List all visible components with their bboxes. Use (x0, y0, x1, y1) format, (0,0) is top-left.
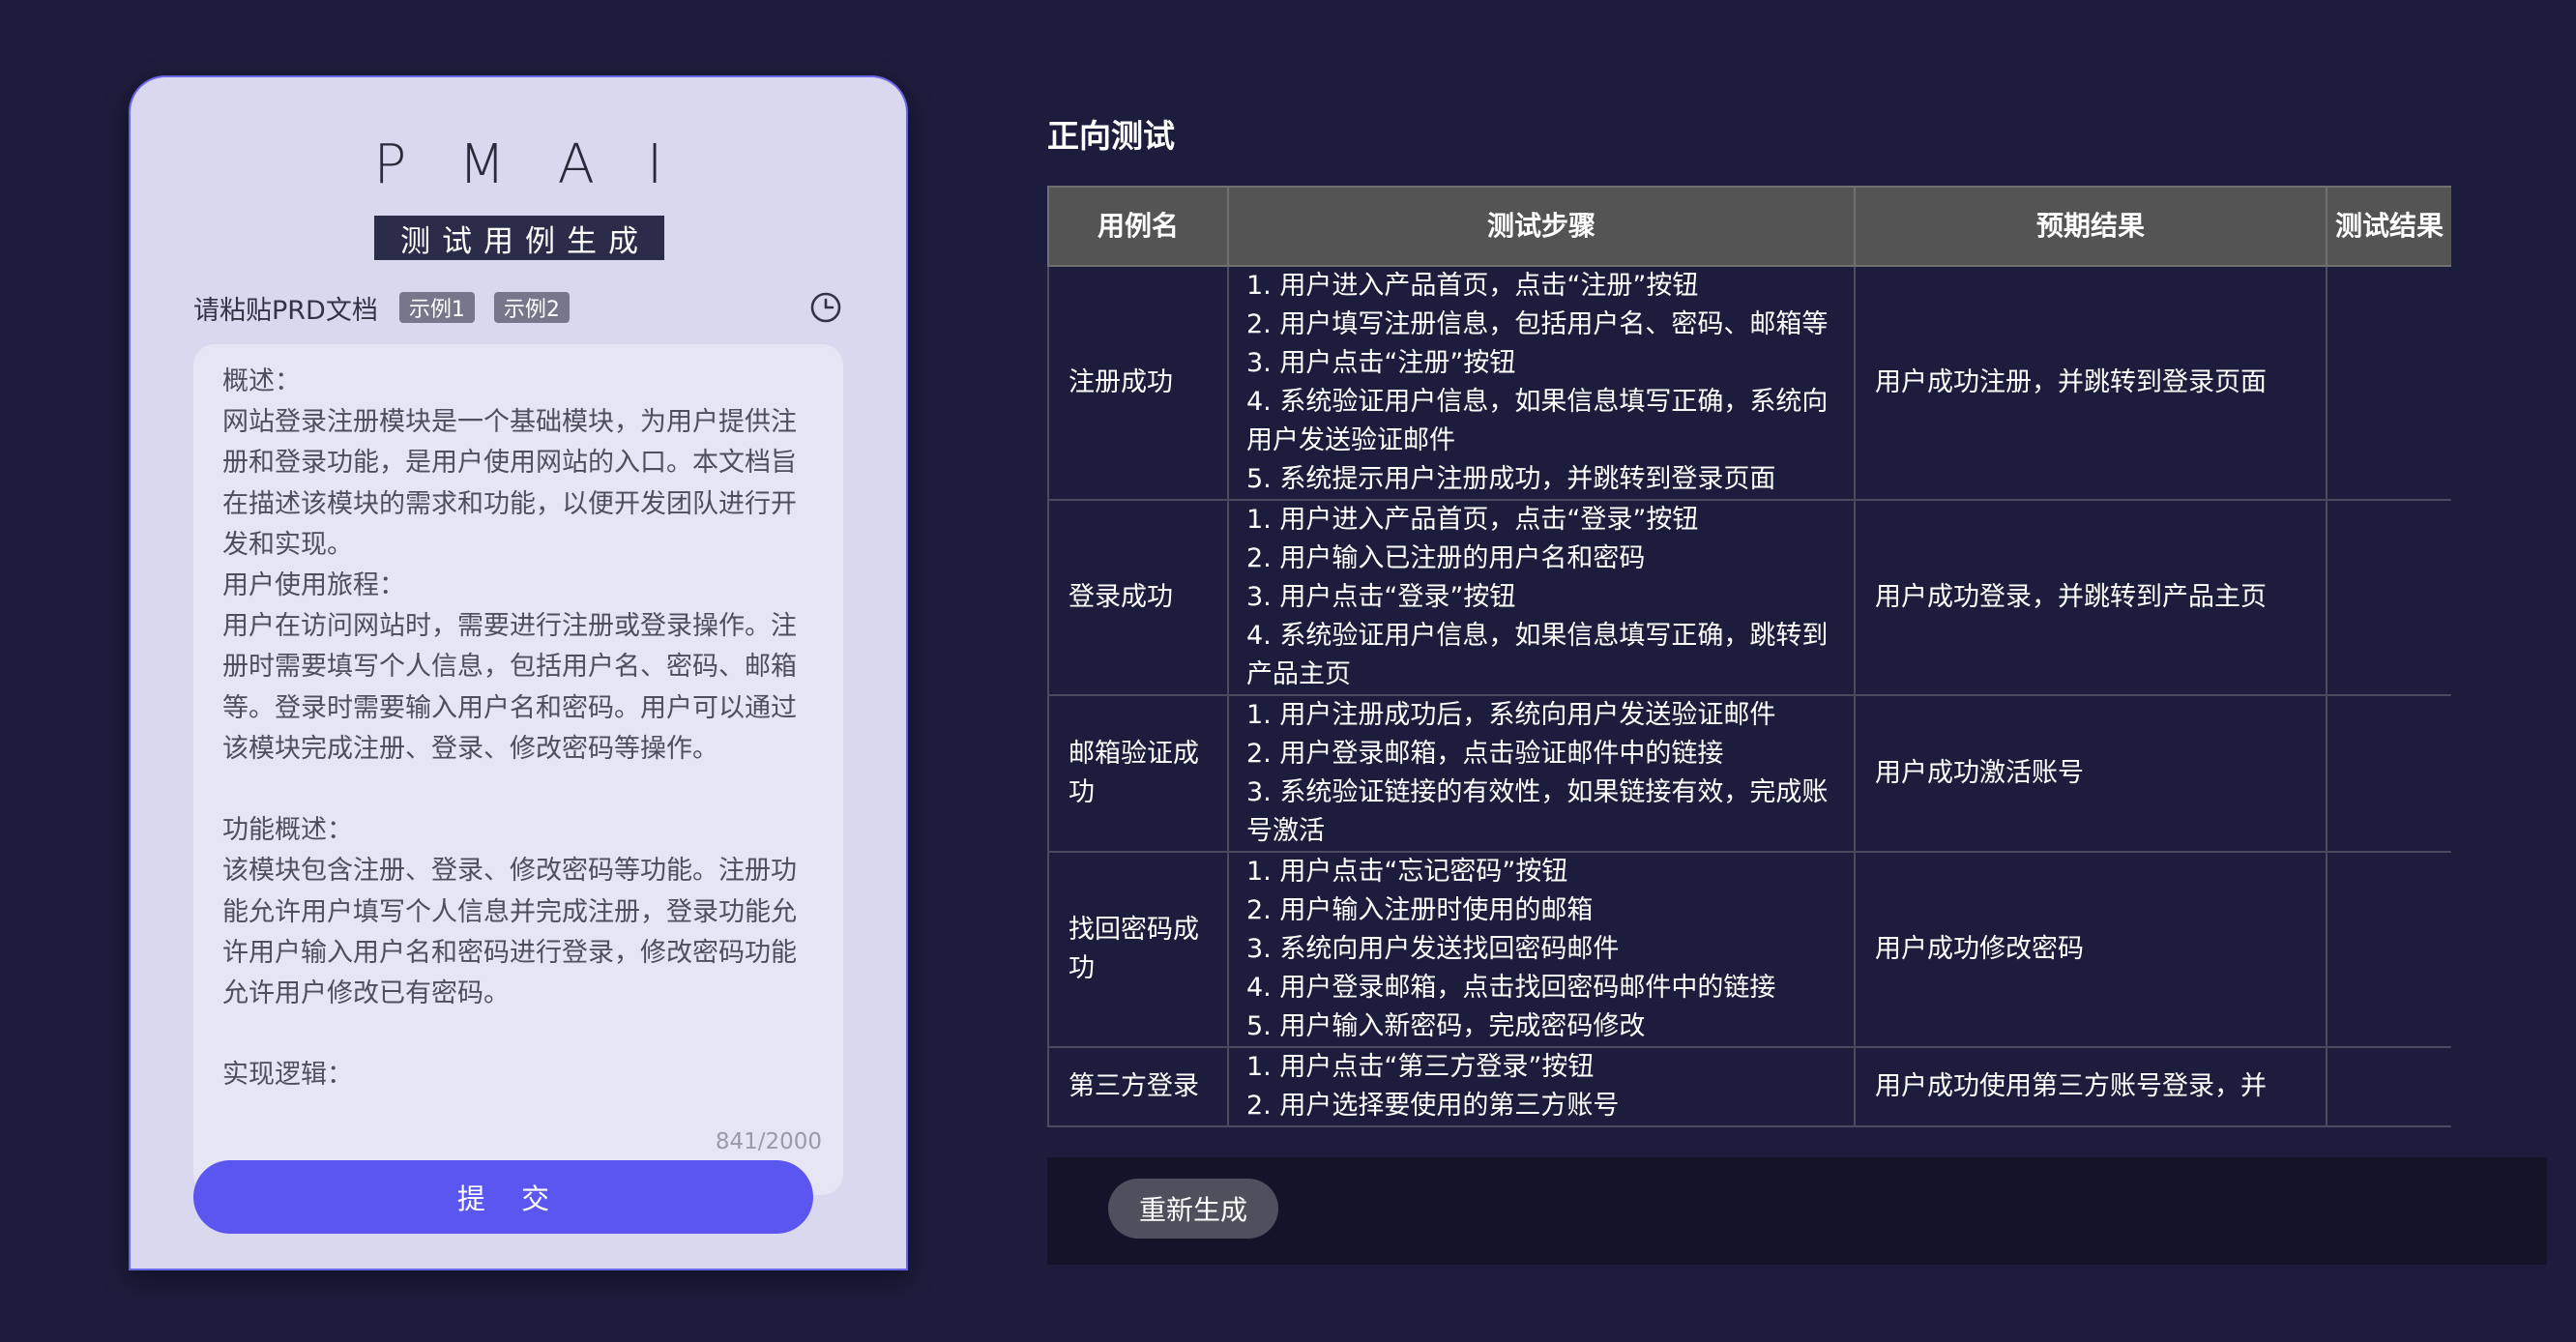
case-name-cell: 找回密码成功 (1047, 851, 1229, 1048)
step-line: 3. 系统验证链接的有效性，如果链接有效，完成账号激活 (1246, 777, 1829, 846)
prompt-label: 请粘贴PRD文档 (193, 295, 378, 326)
expected-result-cell: 用户成功激活账号 (1854, 694, 2327, 853)
steps-cell: 1. 用户进入产品首页，点击“登录”按钮 2. 用户输入已注册的用户名和密码 3. … (1227, 499, 1856, 696)
expected-result-cell: 用户成功修改密码 (1854, 851, 2327, 1048)
prd-text: 概述： 网站登录注册模块是一个基础模块，为用户提供注册和登录功能，是用户使用网站… (222, 366, 797, 1091)
step-line: 3. 用户点击“登录”按钮 (1246, 582, 1516, 612)
steps-cell: 1. 用户进入产品首页，点击“注册”按钮 2. 用户填写注册信息，包括用户名、密码… (1227, 265, 1856, 501)
steps-cell: 1. 用户点击“忘记密码”按钮 2. 用户输入注册时使用的邮箱 3. 系统向用户发送… (1227, 851, 1856, 1048)
step-line: 2. 用户登录邮箱，点击验证邮件中的链接 (1246, 739, 1724, 769)
step-line: 5. 用户输入新密码，完成密码修改 (1246, 1011, 1646, 1041)
expected-result-cell: 用户成功注册，并跳转到登录页面 (1854, 265, 2327, 501)
column-header-name: 用例名 (1047, 186, 1229, 267)
submit-button[interactable]: 提 交 (193, 1160, 813, 1234)
step-line: 1. 用户进入产品首页，点击“注册”按钮 (1246, 271, 1699, 301)
app-subtitle: 测试用例生成 (374, 216, 664, 260)
test-result-cell[interactable] (2326, 1046, 2451, 1127)
case-name-cell: 注册成功 (1047, 265, 1229, 501)
test-result-cell[interactable] (2326, 694, 2451, 853)
table-row: 第三方登录 1. 用户点击“第三方登录”按钮 2. 用户选择要使用的第三方账号 用户成… (1047, 1046, 2451, 1127)
step-line: 4. 用户登录邮箱，点击找回密码邮件中的链接 (1246, 973, 1776, 1003)
char-counter: 841/2000 (715, 1129, 822, 1154)
prd-textarea[interactable]: 概述： 网站登录注册模块是一个基础模块，为用户提供注册和登录功能，是用户使用网站… (193, 344, 843, 1195)
case-name-cell: 登录成功 (1047, 499, 1229, 696)
test-case-table-viewport[interactable]: 用例名 测试步骤 预期结果 测试结果 注册成功 1. 用户进入产品首页，点击“注册… (1047, 186, 2451, 1157)
example-1-button[interactable]: 示例1 (398, 292, 475, 323)
case-name-cell: 第三方登录 (1047, 1046, 1229, 1127)
case-name-cell: 邮箱验证成功 (1047, 694, 1229, 853)
prompt-row: 请粘贴PRD文档 示例1 示例2 (193, 286, 843, 329)
regenerate-button[interactable]: 重新生成 (1108, 1179, 1278, 1239)
step-line: 1. 用户进入产品首页，点击“登录”按钮 (1246, 505, 1699, 535)
step-line: 3. 系统向用户发送找回密码邮件 (1246, 934, 1620, 964)
column-header-steps: 测试步骤 (1227, 186, 1856, 267)
table-row: 邮箱验证成功 1. 用户注册成功后，系统向用户发送验证邮件 2. 用户登录邮箱，点击… (1047, 694, 2451, 853)
table-row: 注册成功 1. 用户进入产品首页，点击“注册”按钮 2. 用户填写注册信息，包括用户… (1047, 265, 2451, 501)
clock-icon[interactable] (808, 290, 843, 325)
step-line: 2. 用户选择要使用的第三方账号 (1246, 1091, 1620, 1121)
step-line: 1. 用户点击“第三方登录”按钮 (1246, 1052, 1595, 1082)
expected-result-cell: 用户成功使用第三方账号登录，并 (1854, 1046, 2327, 1127)
column-header-result: 测试结果 (2326, 186, 2451, 267)
step-line: 5. 系统提示用户注册成功，并跳转到登录页面 (1246, 464, 1776, 494)
table-row: 登录成功 1. 用户进入产品首页，点击“登录”按钮 2. 用户输入已注册的用户名和密… (1047, 499, 2451, 696)
test-case-table: 用例名 测试步骤 预期结果 测试结果 注册成功 1. 用户进入产品首页，点击“注册… (1047, 186, 2451, 1127)
test-result-cell[interactable] (2326, 499, 2451, 696)
table-row: 找回密码成功 1. 用户点击“忘记密码”按钮 2. 用户输入注册时使用的邮箱 3. 系… (1047, 851, 2451, 1048)
prd-input-card: PMAI 测试用例生成 请粘贴PRD文档 示例1 示例2 概述： 网站登录注册模… (131, 77, 906, 1269)
test-result-cell[interactable] (2326, 265, 2451, 501)
app-logo: PMAI (373, 133, 716, 196)
step-line: 2. 用户输入注册时使用的邮箱 (1246, 895, 1594, 925)
step-line: 1. 用户注册成功后，系统向用户发送验证邮件 (1246, 700, 1776, 730)
test-result-cell[interactable] (2326, 851, 2451, 1048)
table-header-row: 用例名 测试步骤 预期结果 测试结果 (1047, 186, 2451, 267)
step-line: 4. 系统验证用户信息，如果信息填写正确，系统向用户发送验证邮件 (1246, 387, 1829, 455)
section-title: 正向测试 (1047, 117, 1175, 155)
column-header-expected: 预期结果 (1854, 186, 2327, 267)
example-2-button[interactable]: 示例2 (493, 292, 570, 323)
step-line: 3. 用户点击“注册”按钮 (1246, 348, 1516, 378)
steps-cell: 1. 用户注册成功后，系统向用户发送验证邮件 2. 用户登录邮箱，点击验证邮件中的… (1227, 694, 1856, 853)
step-line: 2. 用户输入已注册的用户名和密码 (1246, 543, 1646, 573)
steps-cell: 1. 用户点击“第三方登录”按钮 2. 用户选择要使用的第三方账号 (1227, 1046, 1856, 1127)
expected-result-cell: 用户成功登录，并跳转到产品主页 (1854, 499, 2327, 696)
step-line: 2. 用户填写注册信息，包括用户名、密码、邮箱等 (1246, 309, 1829, 339)
step-line: 4. 系统验证用户信息，如果信息填写正确，跳转到产品主页 (1246, 621, 1829, 689)
bottom-action-bar: 重新生成 (1047, 1157, 2547, 1265)
step-line: 1. 用户点击“忘记密码”按钮 (1246, 857, 1568, 887)
